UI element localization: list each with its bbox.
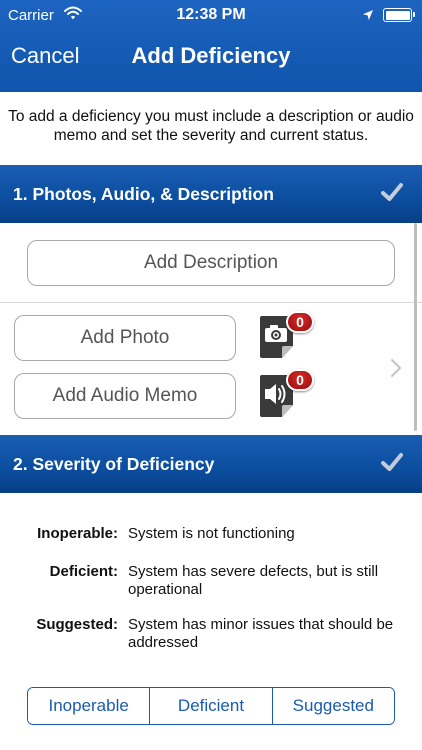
section-severity-header[interactable]: 2. Severity of Deficiency bbox=[0, 435, 422, 493]
severity-segmented-control: Inoperable Deficient Suggested bbox=[27, 687, 395, 725]
intro-text: To add a deficiency you must include a d… bbox=[8, 108, 414, 144]
scrollbar[interactable] bbox=[414, 223, 417, 431]
section-photos-header[interactable]: 1. Photos, Audio, & Description bbox=[0, 165, 422, 223]
location-arrow-icon bbox=[362, 8, 374, 26]
severity-term: Inoperable: bbox=[37, 525, 118, 542]
severity-definition: System has minor issues that should be a… bbox=[128, 616, 394, 651]
divider bbox=[0, 302, 422, 303]
chevron-right-icon[interactable] bbox=[390, 358, 402, 383]
add-photo-button[interactable]: Add Photo bbox=[14, 315, 236, 361]
severity-term: Deficient: bbox=[49, 563, 118, 580]
header: Carrier 12:38 PM Cancel Add Deficiency bbox=[0, 0, 422, 92]
checkmark-icon bbox=[381, 182, 403, 207]
segment-inoperable[interactable]: Inoperable bbox=[28, 688, 151, 724]
audio-count-badge: 0 bbox=[286, 369, 314, 391]
status-bar: Carrier 12:38 PM bbox=[0, 0, 422, 30]
status-time: 12:38 PM bbox=[176, 6, 246, 23]
photo-count-badge: 0 bbox=[286, 311, 314, 333]
section-severity-title: 2. Severity of Deficiency bbox=[13, 454, 215, 474]
severity-term: Suggested: bbox=[36, 616, 118, 633]
cancel-button[interactable]: Cancel bbox=[11, 43, 79, 69]
segment-deficient[interactable]: Deficient bbox=[150, 688, 273, 724]
battery-icon bbox=[383, 8, 415, 22]
checkmark-icon bbox=[381, 452, 403, 477]
section-photos-title: 1. Photos, Audio, & Description bbox=[13, 184, 274, 204]
segment-suggested[interactable]: Suggested bbox=[272, 688, 394, 724]
severity-definition: System has severe defects, but is still … bbox=[128, 563, 379, 598]
add-audio-memo-button[interactable]: Add Audio Memo bbox=[14, 373, 236, 419]
add-description-button[interactable]: Add Description bbox=[27, 240, 395, 286]
severity-definition: System is not functioning bbox=[128, 525, 295, 542]
